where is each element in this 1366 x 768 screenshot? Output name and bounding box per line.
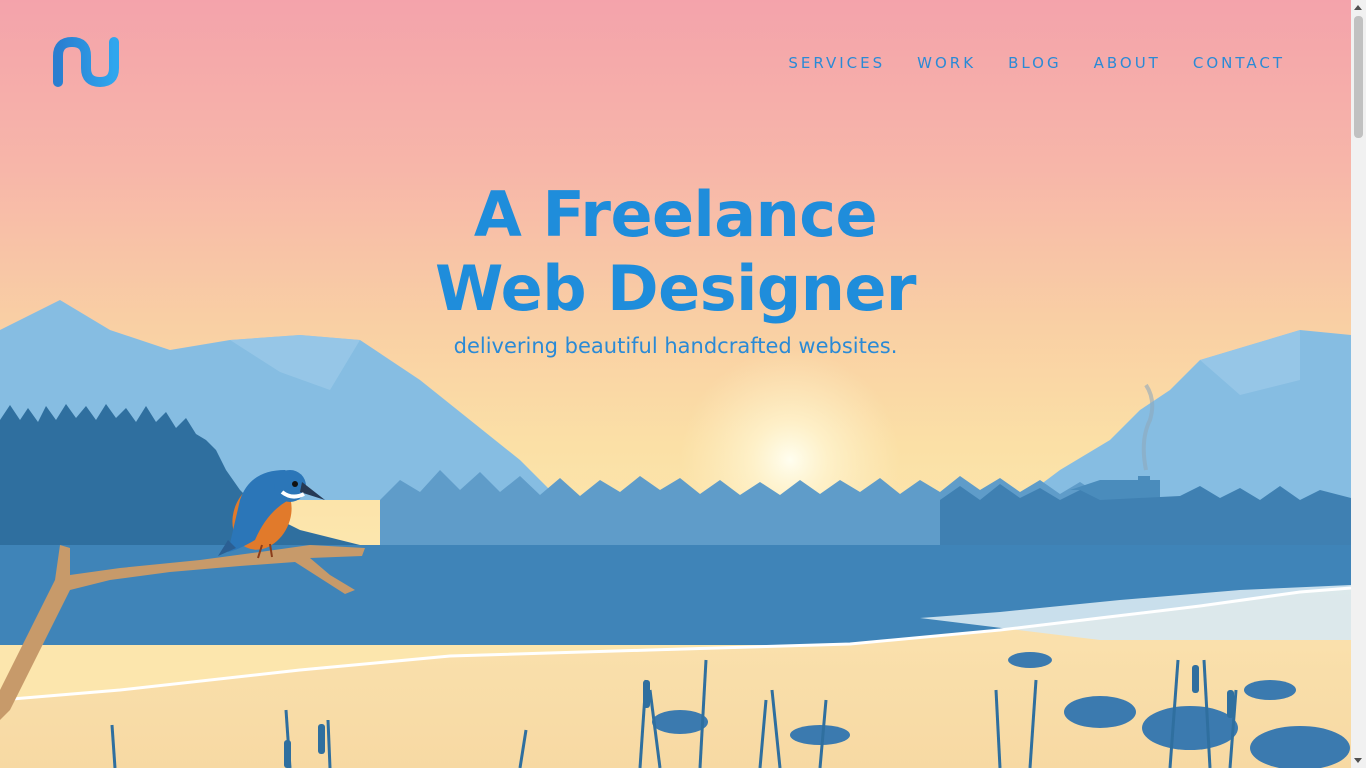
hero-title-line1: A Freelance	[473, 178, 878, 251]
hero-title: A Freelance Web Designer	[0, 178, 1351, 326]
hero-subtitle: delivering beautiful handcrafted website…	[453, 334, 898, 358]
logo-link[interactable]	[50, 36, 126, 88]
scrollbar-thumb[interactable]	[1354, 16, 1363, 138]
nav-about[interactable]: ABOUT	[1094, 54, 1161, 72]
nu-logo-icon	[53, 37, 119, 87]
main-nav: SERVICES WORK BLOG ABOUT CONTACT	[788, 54, 1285, 72]
hero-page: SERVICES WORK BLOG ABOUT CONTACT A Freel…	[0, 0, 1351, 768]
page-scrollbar[interactable]	[1351, 0, 1366, 768]
scroll-up-arrow-icon[interactable]	[1354, 5, 1362, 10]
hero-section: A Freelance Web Designer delivering beau…	[0, 178, 1351, 358]
nav-services[interactable]: SERVICES	[788, 54, 885, 72]
hero-title-line2: Web Designer	[434, 252, 917, 325]
scroll-down-arrow-icon[interactable]	[1354, 758, 1362, 763]
nav-work[interactable]: WORK	[917, 54, 976, 72]
landscape-illustration	[0, 300, 1351, 768]
nav-blog[interactable]: BLOG	[1008, 54, 1062, 72]
nav-contact[interactable]: CONTACT	[1193, 54, 1285, 72]
